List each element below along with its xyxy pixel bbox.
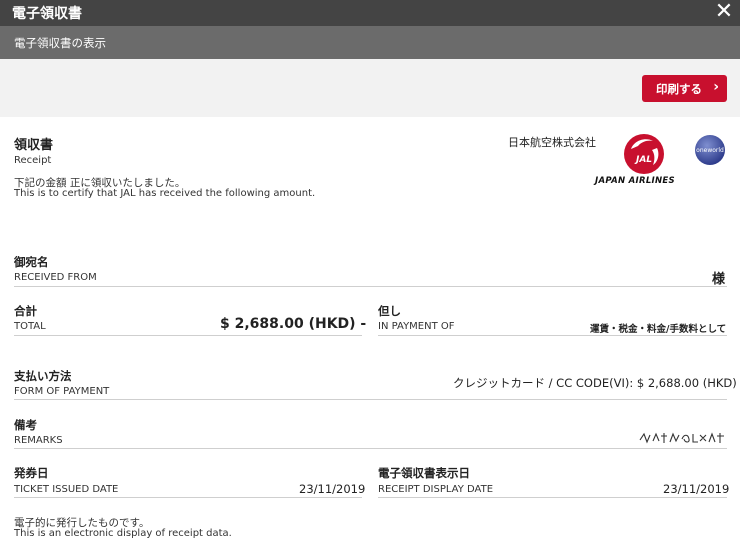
payment-for-label-jp: 但し <box>378 304 401 318</box>
print-button-label: 印刷する <box>656 82 702 96</box>
certify-text-en: This is to certify that JAL has received… <box>14 188 316 199</box>
received-from-label-en: RECEIVED FROM <box>14 272 97 283</box>
payment-method-label-en: FORM OF PAYMENT <box>14 386 110 397</box>
total-label-jp: 合計 <box>14 304 37 318</box>
title-bar: 電子領収書 ✕ <box>0 0 740 26</box>
remarks-label-jp: 備考 <box>14 418 37 432</box>
oneworld-logo: oneworld <box>695 135 725 165</box>
print-button[interactable]: 印刷する › <box>642 75 727 102</box>
japan-airlines-wordmark: JAPAN AIRLINES <box>595 176 675 186</box>
honorific-suffix: 様 <box>712 272 726 287</box>
received-from-label-jp: 御宛名 <box>14 255 49 269</box>
ticket-issued-label-en: TICKET ISSUED DATE <box>14 484 119 495</box>
payment-method-value: クレジットカード / CC CODE(VI): $ 2,688.00 (HKD) <box>453 376 737 390</box>
receipt-title-jp: 領収書 <box>14 138 54 153</box>
divider <box>14 399 727 400</box>
payment-for-label-en: IN PAYMENT OF <box>378 321 455 332</box>
payment-method-label-jp: 支払い方法 <box>14 369 72 383</box>
divider <box>14 335 362 336</box>
oneworld-logo-text: oneworld <box>696 147 724 154</box>
ticket-issued-date: 23/11/2019 <box>299 482 366 496</box>
company-name: 日本航空株式会社 <box>508 136 596 149</box>
chevron-right-icon: › <box>713 79 719 95</box>
receipt-title-en: Receipt <box>14 155 52 166</box>
divider <box>378 335 727 336</box>
total-amount: $ 2,688.00 (HKD) - <box>220 316 367 332</box>
window-subtitle: 電子領収書の表示 <box>14 36 106 50</box>
jal-logo: JAL <box>624 134 664 174</box>
divider <box>378 497 727 498</box>
print-toolbar: 印刷する › <box>0 59 740 117</box>
footer-note-en: This is an electronic display of receipt… <box>14 528 232 539</box>
ticket-issued-label-jp: 発券日 <box>14 466 49 480</box>
remarks-value-obscured <box>639 432 724 444</box>
divider <box>14 448 727 449</box>
total-label-en: TOTAL <box>14 321 46 332</box>
divider <box>14 286 727 287</box>
jal-logo-text: JAL <box>634 155 652 165</box>
window-title: 電子領収書 <box>12 6 82 22</box>
receipt-display-label-jp: 電子領収書表示日 <box>378 466 470 480</box>
receipt-display-date: 23/11/2019 <box>663 482 730 496</box>
sub-header: 電子領収書の表示 <box>0 26 740 59</box>
remarks-label-en: REMARKS <box>14 435 63 446</box>
close-icon[interactable]: ✕ <box>712 0 736 26</box>
divider <box>14 497 362 498</box>
receipt-display-label-en: RECEIPT DISPLAY DATE <box>378 484 494 495</box>
payment-for-value: 運賃・税金・料金/手数料として <box>590 324 727 335</box>
